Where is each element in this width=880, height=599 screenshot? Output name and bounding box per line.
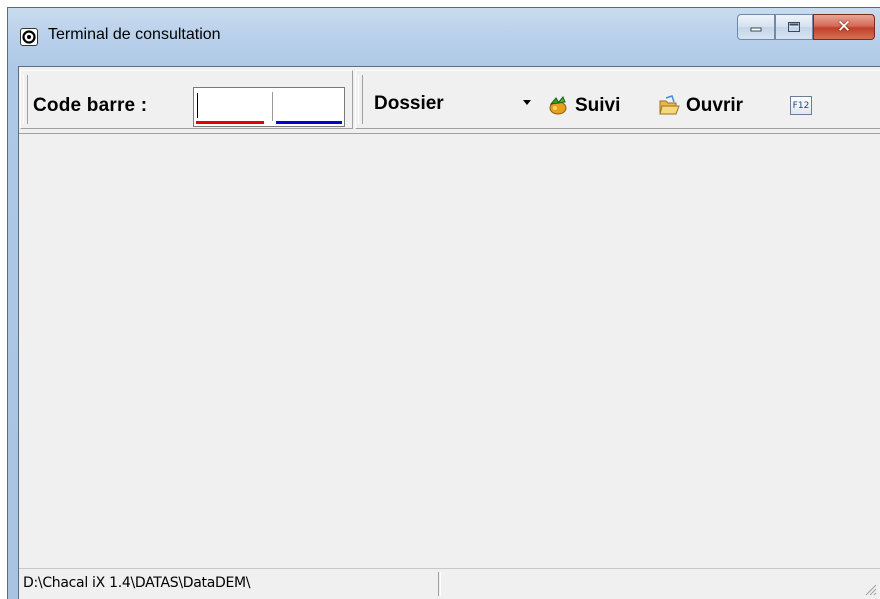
band-grip[interactable] [358,75,363,124]
toolbar: Code barre : Dossier Suivi Ouvrir F12 [19,67,880,134]
main-content-area [19,134,880,569]
client-area: Code barre : Dossier Suivi Ouvrir F12 D:… [18,66,880,599]
toolbar-band-barcode: Code barre : [20,70,353,129]
close-icon: ✕ [836,17,852,37]
suivi-button[interactable]: Suivi [547,91,620,121]
barcode-blue-underline [276,121,342,124]
chevron-down-icon[interactable] [523,100,531,105]
tracking-icon [549,96,567,115]
barcode-red-underline [196,121,264,124]
window-title: Terminal de consultation [48,26,221,43]
minimize-button[interactable] [737,14,775,40]
status-panel-2 [440,572,441,596]
close-button[interactable]: ✕ [813,14,875,40]
size-grip-icon[interactable] [863,582,877,596]
status-panel-path: D:\Chacal iX 1.4\DATAS\DataDEM\ [21,572,439,596]
app-window: Terminal de consultation ✕ Code barre : [7,7,880,599]
app-c-icon[interactable] [20,28,38,46]
status-path-text: D:\Chacal iX 1.4\DATAS\DataDEM\ [23,575,251,591]
barcode-separator [272,92,273,121]
maximize-button[interactable] [775,14,813,40]
f12-button[interactable]: F12 [790,96,812,115]
text-caret [197,93,198,118]
open-folder-icon [659,95,680,115]
toolbar-band-actions: Dossier Suivi Ouvrir F12 [355,70,880,129]
barcode-input[interactable] [193,87,345,127]
maximize-icon [788,22,800,32]
barcode-label: Code barre : [33,95,148,116]
type-select[interactable]: Dossier [374,93,444,115]
caption-buttons: ✕ [737,14,875,42]
suivi-label: Suivi [575,95,621,116]
band-grip[interactable] [23,75,28,124]
ouvrir-button[interactable]: Ouvrir [658,91,743,121]
title-bar[interactable]: Terminal de consultation ✕ [8,8,880,66]
ouvrir-label: Ouvrir [686,95,744,116]
status-bar: D:\Chacal iX 1.4\DATAS\DataDEM\ [19,568,880,599]
f12-label: F12 [792,100,810,111]
minimize-icon [750,27,762,32]
